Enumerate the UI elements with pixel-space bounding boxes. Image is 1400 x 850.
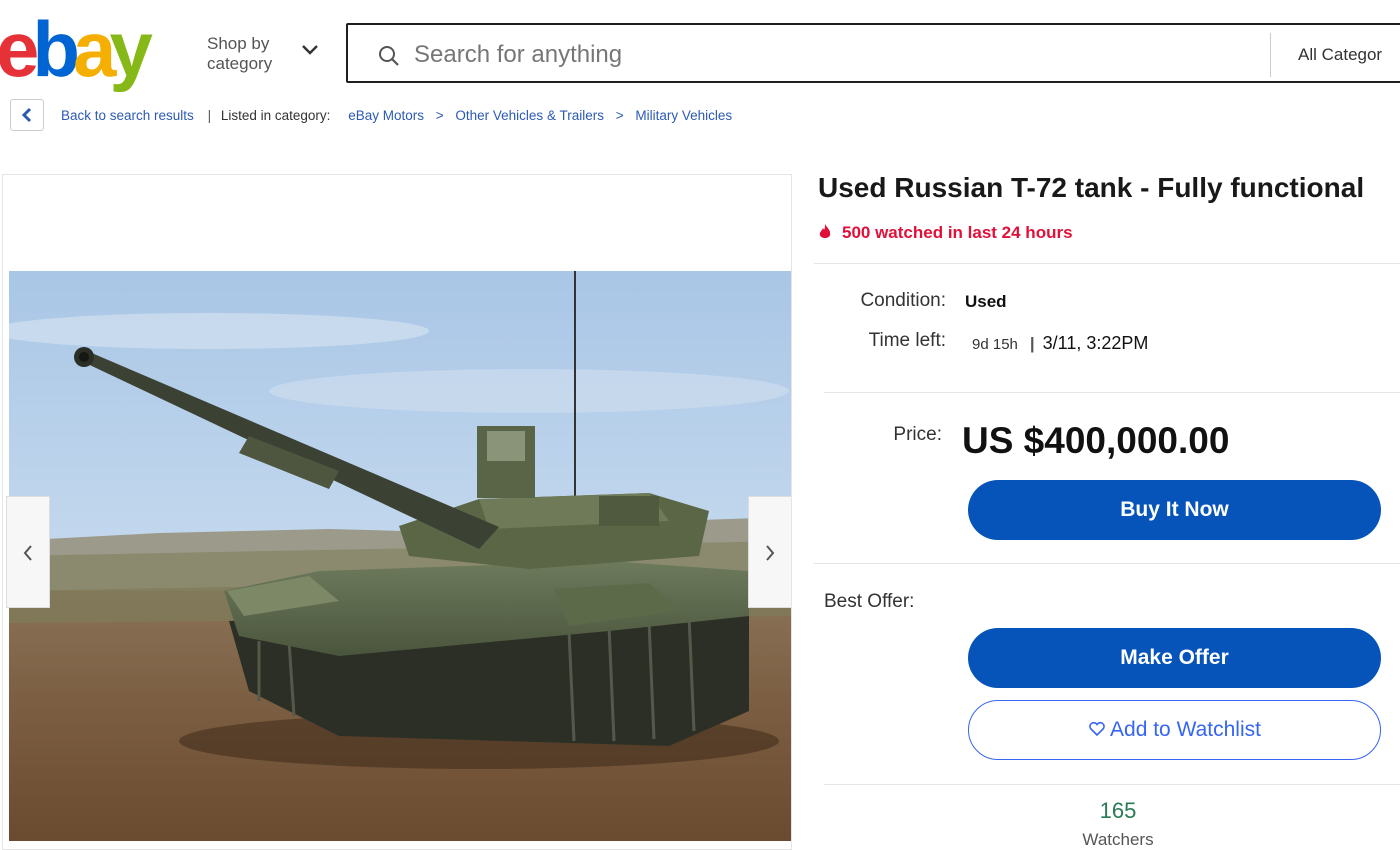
gallery-next-button[interactable] bbox=[748, 496, 791, 608]
make-offer-button[interactable]: Make Offer bbox=[968, 628, 1381, 688]
breadcrumb-item-ebay-motors[interactable]: eBay Motors bbox=[348, 108, 424, 123]
ebay-logo[interactable]: ebay bbox=[0, 14, 190, 94]
divider bbox=[824, 784, 1400, 785]
search-icon bbox=[379, 46, 399, 66]
watchers-count: 165 bbox=[1099, 798, 1137, 823]
category-select[interactable]: All Categor bbox=[1298, 45, 1382, 65]
tank-photo[interactable] bbox=[9, 271, 791, 841]
add-to-watchlist-label: Add to Watchlist bbox=[1110, 718, 1261, 741]
time-left-end: 3/11, 3:22PM bbox=[1042, 333, 1149, 353]
hot-signal-text: 500 watched in last 24 hours bbox=[842, 223, 1073, 242]
price-label: Price: bbox=[893, 424, 942, 445]
shop-by-category[interactable]: Shop by category bbox=[207, 34, 272, 74]
time-left-value: 9d 15h bbox=[972, 336, 1018, 353]
image-gallery bbox=[2, 174, 792, 850]
breadcrumb-separator: > bbox=[435, 108, 444, 123]
breadcrumb-item-other-vehicles[interactable]: Other Vehicles & Trailers bbox=[455, 108, 604, 123]
watchers-label: Watchers bbox=[1082, 830, 1154, 849]
add-to-watchlist-button[interactable]: Add to Watchlist bbox=[968, 700, 1381, 760]
shop-by-line2: category bbox=[207, 54, 273, 73]
chevron-left-icon bbox=[21, 107, 32, 123]
back-to-results-link[interactable]: Back to search results bbox=[61, 108, 194, 123]
back-button[interactable] bbox=[10, 99, 44, 131]
listed-in-label: Listed in category: bbox=[220, 108, 331, 123]
chevron-right-icon bbox=[766, 545, 775, 561]
divider bbox=[824, 392, 1400, 393]
time-left-label: Time left: bbox=[868, 330, 946, 351]
buy-it-now-button[interactable]: Buy It Now bbox=[968, 480, 1381, 540]
chevron-left-icon bbox=[23, 545, 32, 561]
divider bbox=[814, 263, 1400, 264]
gallery-prev-button[interactable] bbox=[6, 496, 50, 608]
heart-icon bbox=[1089, 721, 1105, 737]
condition-value: Used bbox=[965, 292, 1007, 311]
search-input[interactable] bbox=[412, 35, 1216, 75]
best-offer-label: Best Offer: bbox=[824, 591, 915, 612]
breadcrumb-item-military-vehicles[interactable]: Military Vehicles bbox=[635, 108, 732, 123]
chevron-down-icon[interactable] bbox=[300, 42, 320, 58]
search-bar: All Categor bbox=[346, 23, 1400, 83]
listing-title: Used Russian T-72 tank - Fully functiona… bbox=[818, 172, 1365, 203]
breadcrumb: Back to search results | Listed in categ… bbox=[61, 108, 732, 123]
search-divider bbox=[1270, 33, 1271, 77]
breadcrumb-separator: > bbox=[615, 108, 624, 123]
fire-icon bbox=[819, 224, 831, 238]
divider bbox=[814, 563, 1400, 564]
condition-label: Condition: bbox=[860, 290, 946, 311]
price-value: US $400,000.00 bbox=[962, 420, 1230, 461]
time-left: 9d 15h | 3/11, 3:22PM bbox=[972, 333, 1149, 353]
svg-text:ebay: ebay bbox=[0, 14, 152, 93]
shop-by-line1: Shop by bbox=[207, 34, 270, 53]
hot-signal: 500 watched in last 24 hours bbox=[818, 223, 1073, 243]
breadcrumb-divider: | bbox=[207, 108, 212, 123]
